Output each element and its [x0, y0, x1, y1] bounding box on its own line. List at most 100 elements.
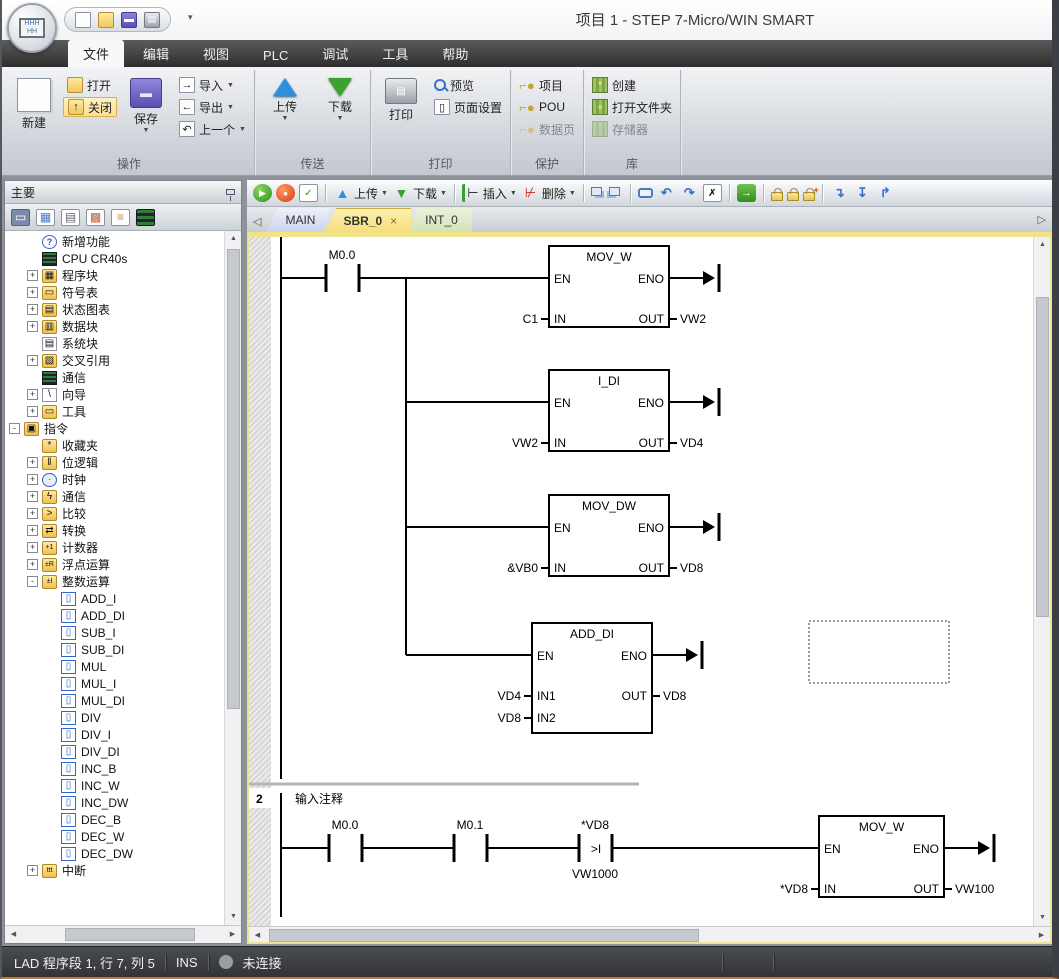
ribbon-button-下载[interactable]: 下载▼ [314, 75, 366, 125]
ribbon-button-导入[interactable]: →导入▼ [175, 75, 250, 95]
expand-icon[interactable]: + [27, 304, 38, 315]
ribbon-button-导出[interactable]: ←导出▼ [175, 97, 250, 117]
toolbar-lock-add-button[interactable] [803, 186, 815, 201]
toolbar-download-button[interactable]: ▼下载▼ [392, 184, 447, 202]
tree-item-SUB_DI[interactable]: ▯SUB_DI [5, 641, 223, 658]
toolbar-clear-button[interactable]: ✗ [703, 184, 722, 202]
menu-tab-调试[interactable]: 调试 [307, 40, 363, 67]
dropdown-caret-icon[interactable]: ▼ [239, 126, 246, 133]
toolbar-draw-box-button[interactable] [638, 188, 653, 198]
tree-item-转换[interactable]: +⇄转换 [5, 522, 223, 539]
toolbar-cascade-windows-button[interactable] [591, 190, 605, 196]
tree-item-DEC_B[interactable]: ▯DEC_B [5, 811, 223, 828]
scroll-right-icon[interactable]: ▶ [224, 926, 241, 943]
tree-item-指令[interactable]: -▣指令 [5, 420, 223, 437]
tree-item-整数运算[interactable]: -±I整数运算 [5, 573, 223, 590]
toolbar-delete-button[interactable]: ⊬删除▼ [521, 184, 576, 202]
dropdown-caret-icon[interactable]: ▼ [510, 190, 517, 197]
expand-icon[interactable]: + [27, 559, 38, 570]
sidebar-vscrollbar[interactable]: ▲ ▼ [224, 231, 241, 925]
ribbon-button-POU[interactable]: ⌐●POU [515, 97, 579, 117]
scroll-up-icon[interactable]: ▲ [225, 231, 241, 247]
ribbon-button-上一个[interactable]: ↶上一个▼ [175, 119, 250, 139]
ribbon-button-项目[interactable]: ⌐●项目 [515, 75, 579, 95]
scroll-thumb[interactable] [227, 249, 240, 709]
menu-tab-编辑[interactable]: 编辑 [128, 40, 184, 67]
collapse-icon[interactable]: - [9, 423, 20, 434]
view-system-block-icon[interactable]: ≡ [111, 209, 130, 226]
tree-item-符号表[interactable]: +▭符号表 [5, 284, 223, 301]
tree-item-系统块[interactable]: ▤系统块 [5, 335, 223, 352]
sidebar-hscrollbar[interactable]: ◀ ▶ [5, 925, 241, 943]
toolbar-unlock-button[interactable] [787, 186, 799, 201]
open-folder-icon[interactable] [98, 12, 114, 28]
scroll-right-icon[interactable]: ▶ [1033, 927, 1050, 944]
tree-item-交叉引用[interactable]: +▧交叉引用 [5, 352, 223, 369]
expand-icon[interactable]: + [27, 406, 38, 417]
scroll-left-icon[interactable]: ◀ [5, 926, 22, 943]
dropdown-caret-icon[interactable]: ▼ [227, 82, 234, 89]
toolbar-lock-button[interactable] [771, 186, 783, 201]
expand-icon[interactable]: + [27, 270, 38, 281]
dropdown-caret-icon[interactable]: ▼ [143, 127, 150, 134]
scroll-thumb[interactable] [65, 928, 195, 941]
view-program-icon[interactable]: ▭ [11, 209, 30, 226]
tree-item-收藏夹[interactable]: *收藏夹 [5, 437, 223, 454]
expand-icon[interactable]: + [27, 508, 38, 519]
tab-scroll-left-icon[interactable]: ◁ [249, 215, 265, 232]
tree-item-DIV[interactable]: ▯DIV [5, 709, 223, 726]
tree-item-新增功能[interactable]: ?新增功能 [5, 233, 223, 250]
scroll-down-icon[interactable]: ▼ [1034, 910, 1051, 926]
view-communication-icon[interactable] [136, 209, 155, 226]
dropdown-caret-icon[interactable]: ▼ [440, 190, 447, 197]
tab-MAIN[interactable]: MAIN [265, 208, 329, 232]
expand-icon[interactable]: + [27, 865, 38, 876]
expand-icon[interactable]: + [27, 542, 38, 553]
tree-item-MUL_I[interactable]: ▯MUL_I [5, 675, 223, 692]
quick-access-more-icon[interactable]: ▾ [188, 12, 193, 23]
tree-item-位逻辑[interactable]: +‖位逻辑 [5, 454, 223, 471]
expand-icon[interactable]: + [27, 474, 38, 485]
new-document-icon[interactable] [75, 12, 91, 28]
ladder-canvas[interactable]: 2输入注释M0.0M0.0M0.1*VD8>IVW1000MOV_WENENOC… [249, 237, 1037, 917]
expand-icon[interactable]: + [27, 321, 38, 332]
dropdown-caret-icon[interactable]: ▼ [282, 115, 289, 122]
menu-tab-工具[interactable]: 工具 [367, 40, 423, 67]
tree-item-SUB_I[interactable]: ▯SUB_I [5, 624, 223, 641]
view-data-block-icon[interactable]: ▩ [86, 209, 105, 226]
collapse-icon[interactable]: - [27, 576, 38, 587]
tree-item-DEC_DW[interactable]: ▯DEC_DW [5, 845, 223, 862]
ribbon-button-页面设置[interactable]: ▯页面设置 [430, 97, 506, 117]
tree-item-DIV_I[interactable]: ▯DIV_I [5, 726, 223, 743]
tree-item-中断[interactable]: +ttt中断 [5, 862, 223, 879]
expand-icon[interactable]: + [27, 287, 38, 298]
scroll-up-icon[interactable]: ▲ [1034, 237, 1051, 253]
expand-icon[interactable]: + [27, 525, 38, 536]
menu-tab-文件[interactable]: 文件 [68, 40, 124, 67]
ribbon-button-预览[interactable]: 预览 [430, 75, 506, 95]
toolbar-compile-button[interactable]: ✓ [299, 184, 318, 202]
tree-item-工具[interactable]: +▭工具 [5, 403, 223, 420]
tree-item-浮点运算[interactable]: +±R浮点运算 [5, 556, 223, 573]
tree-item-MUL_DI[interactable]: ▯MUL_DI [5, 692, 223, 709]
save-icon[interactable]: ▬ [121, 12, 137, 28]
dropdown-caret-icon[interactable]: ▼ [227, 104, 234, 111]
toolbar-stop-button[interactable]: ● [276, 184, 295, 202]
ribbon-button-打开[interactable]: 打开 [63, 75, 117, 95]
tree-item-INC_B[interactable]: ▯INC_B [5, 760, 223, 777]
expand-icon[interactable]: + [27, 457, 38, 468]
app-menu-button[interactable]: HHHHH [7, 3, 57, 53]
toolbar-branch-up-button[interactable]: ↱ [876, 184, 895, 202]
selection-placeholder-box[interactable] [809, 621, 949, 683]
toolbar-upload-button[interactable]: ▲上传▼ [333, 184, 388, 202]
menu-tab-视图[interactable]: 视图 [188, 40, 244, 67]
tree-item-通信[interactable]: +ϟ通信 [5, 488, 223, 505]
tab-SBR_0[interactable]: SBR_0× [323, 208, 411, 232]
ribbon-button-打印[interactable]: ▤打印 [375, 75, 427, 126]
close-tab-icon[interactable]: × [390, 214, 397, 228]
menu-tab-帮助[interactable]: 帮助 [427, 40, 483, 67]
tree-item-通信[interactable]: 通信 [5, 369, 223, 386]
menu-tab-PLC[interactable]: PLC [248, 44, 303, 67]
scroll-left-icon[interactable]: ◀ [249, 927, 266, 944]
tab-INT_0[interactable]: INT_0 [405, 208, 472, 232]
